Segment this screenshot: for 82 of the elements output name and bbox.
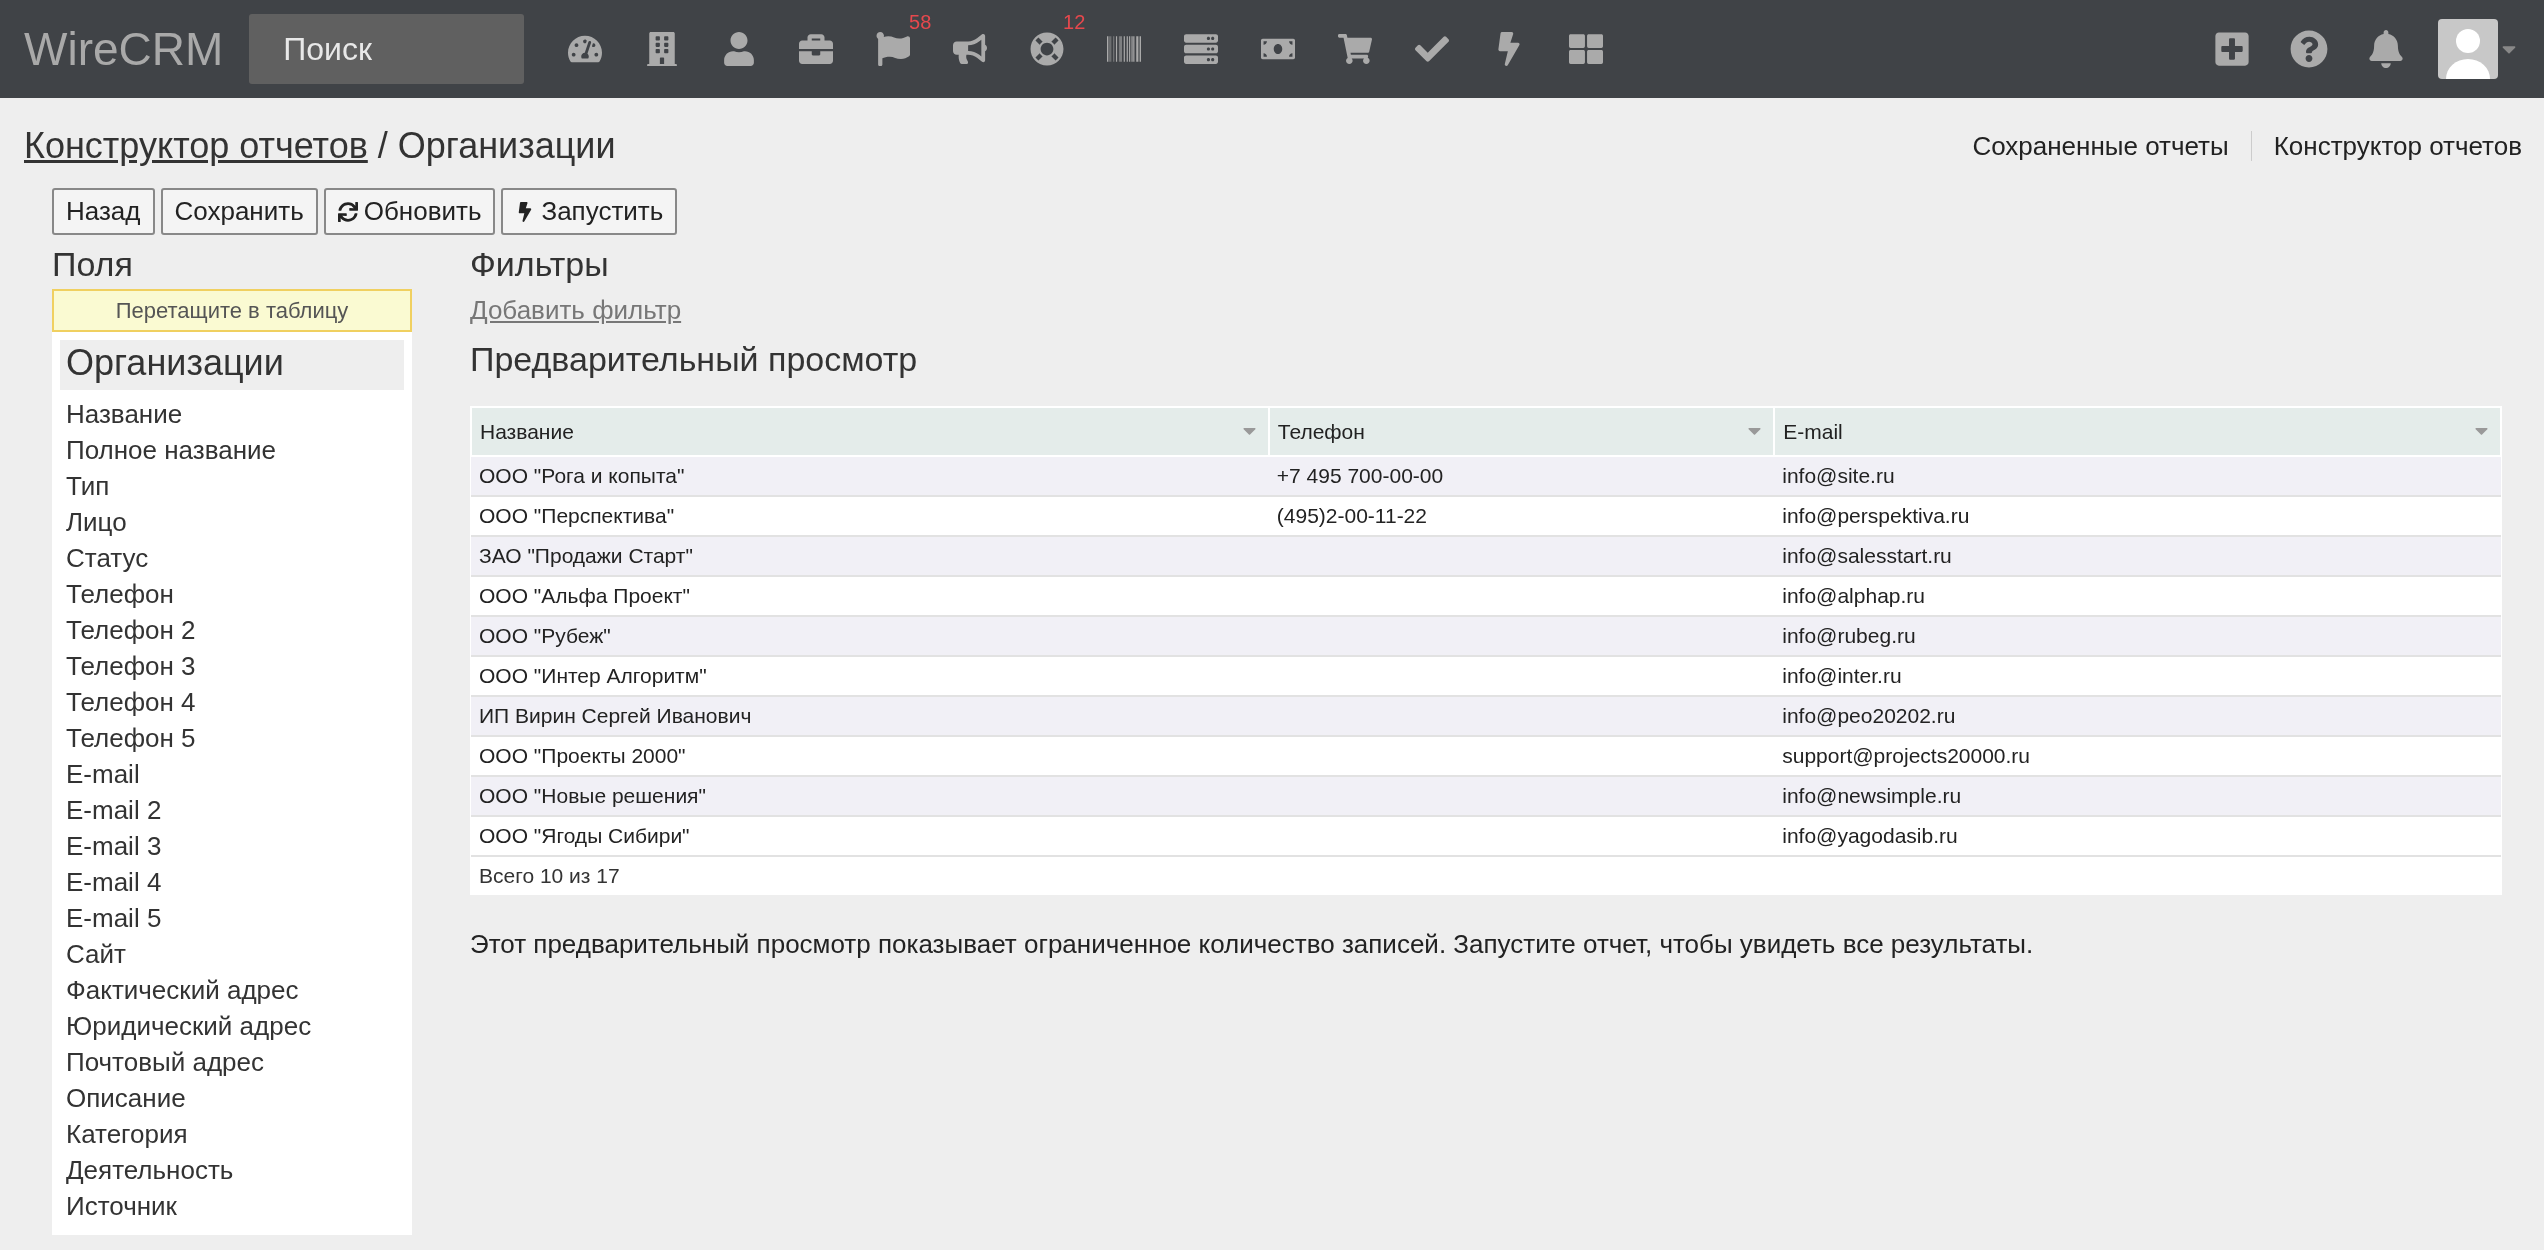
table-cell: ООО "Новые решения" bbox=[471, 776, 1269, 816]
field-item[interactable]: Категория bbox=[60, 1116, 404, 1152]
drop-hint: Перетащите в таблицу bbox=[52, 289, 412, 332]
table-cell: +7 495 700-00-00 bbox=[1268, 456, 1775, 496]
field-item[interactable]: Юридический адрес bbox=[60, 1008, 404, 1044]
table-cell: ЗАО "Продажи Старт" bbox=[471, 536, 1269, 576]
field-item[interactable]: Фактический адрес bbox=[60, 972, 404, 1008]
field-item[interactable]: Полное название bbox=[60, 432, 404, 468]
add-filter-link[interactable]: Добавить фильтр bbox=[470, 295, 2502, 326]
nav-link[interactable]: Сохраненные отчеты bbox=[1950, 130, 2251, 162]
table-cell: ИП Вирин Сергей Иванович bbox=[471, 696, 1269, 736]
field-item[interactable]: Телефон 2 bbox=[60, 612, 404, 648]
group-heading: Организации bbox=[60, 340, 404, 390]
table-cell: info@inter.ru bbox=[1774, 656, 2501, 696]
field-item[interactable]: E-mail 3 bbox=[60, 828, 404, 864]
table-cell: info@rubeg.ru bbox=[1774, 616, 2501, 656]
page-title: Организации bbox=[397, 125, 616, 167]
field-item[interactable]: E-mail 2 bbox=[60, 792, 404, 828]
briefcase-icon[interactable] bbox=[798, 32, 833, 66]
table-cell: ООО "Проекты 2000" bbox=[471, 736, 1269, 776]
section-heading: Фильтры bbox=[470, 243, 610, 285]
preview-note: Этот предварительный просмотр показывает ограниченное количество записей. Запустите отчет, чтобы увидеть все результаты. bbox=[470, 929, 2035, 960]
table-footer: Всего 10 из 17 bbox=[471, 856, 2501, 895]
field-item[interactable]: E-mail 5 bbox=[60, 900, 404, 936]
field-item[interactable]: E-mail 4 bbox=[60, 864, 404, 900]
nav-link[interactable]: Конструктор отчетов bbox=[2251, 130, 2544, 162]
table-cell: info@perspektiva.ru bbox=[1774, 496, 2501, 536]
field-item[interactable]: Телефон 5 bbox=[60, 720, 404, 756]
field-item[interactable]: Название bbox=[60, 396, 404, 432]
table-cell: info@salesstart.ru bbox=[1774, 536, 2501, 576]
lifebuoy-icon[interactable] bbox=[1029, 32, 1064, 66]
field-item[interactable]: Описание bbox=[60, 1080, 404, 1116]
field-item[interactable]: Статус bbox=[60, 540, 404, 576]
notification-count: 58 bbox=[909, 11, 932, 34]
column-header[interactable]: Телефон bbox=[1268, 407, 1775, 456]
field-item[interactable]: Лицо bbox=[60, 504, 404, 540]
refresh-icon bbox=[337, 201, 358, 222]
field-item[interactable]: Тип bbox=[60, 468, 404, 504]
table-cell: ООО "Интер Алгоритм" bbox=[471, 656, 1269, 696]
plus-icon[interactable] bbox=[2212, 30, 2251, 68]
field-item[interactable]: E-mail bbox=[60, 756, 404, 792]
breadcrumb-link[interactable]: Конструктор отчетов bbox=[24, 125, 368, 167]
field-item[interactable]: Телефон 4 bbox=[60, 684, 404, 720]
bell-icon[interactable] bbox=[2366, 30, 2405, 68]
table-cell: (495)2-00-11-22 bbox=[1268, 496, 1775, 536]
table-cell: ООО "Альфа Проект" bbox=[471, 576, 1269, 616]
table-cell: info@alphap.ru bbox=[1774, 576, 2501, 616]
server-icon[interactable] bbox=[1183, 32, 1218, 66]
field-item[interactable]: Деятельность bbox=[60, 1152, 404, 1188]
logo[interactable]: WireCRM bbox=[24, 22, 224, 76]
toolbar-button[interactable]: Запустить bbox=[501, 188, 678, 235]
table-cell: info@yagodasib.ru bbox=[1774, 816, 2501, 856]
column-header[interactable]: Название bbox=[471, 407, 1269, 456]
table-cell: info@peo20202.ru bbox=[1774, 696, 2501, 736]
building-icon[interactable] bbox=[644, 32, 679, 66]
table-cell: ООО "Перспектива" bbox=[471, 496, 1269, 536]
help-icon[interactable] bbox=[2289, 30, 2328, 68]
flag-icon[interactable] bbox=[875, 32, 910, 66]
field-item[interactable]: Сайт bbox=[60, 936, 404, 972]
toolbar-button[interactable]: Обновить bbox=[323, 188, 496, 235]
column-header[interactable]: E-mail bbox=[1774, 407, 2501, 456]
toolbar-button[interactable]: Назад bbox=[52, 188, 155, 235]
search-field[interactable]: Поиск bbox=[249, 14, 525, 84]
table-cell: ООО "Рога и копыта" bbox=[471, 456, 1269, 496]
field-item[interactable]: Телефон 3 bbox=[60, 648, 404, 684]
table-cell: info@newsimple.ru bbox=[1774, 776, 2501, 816]
toolbar-button[interactable]: Сохранить bbox=[160, 188, 318, 235]
breadcrumb-separator: / bbox=[377, 125, 388, 167]
megaphone-icon[interactable] bbox=[952, 32, 987, 66]
cart-icon[interactable] bbox=[1337, 32, 1372, 66]
table-cell: info@site.ru bbox=[1774, 456, 2501, 496]
field-item[interactable]: Источник bbox=[60, 1188, 404, 1224]
section-heading: Предварительный просмотр bbox=[470, 338, 919, 380]
field-item[interactable]: Телефон bbox=[60, 576, 404, 612]
table-cell: support@projects20000.ru bbox=[1774, 736, 2501, 776]
grid-icon[interactable] bbox=[1568, 32, 1603, 66]
section-heading: Поля bbox=[52, 243, 134, 285]
table-cell: ООО "Ягоды Сибири" bbox=[471, 816, 1269, 856]
notification-count: 12 bbox=[1063, 11, 1086, 34]
person-icon[interactable] bbox=[721, 32, 756, 66]
table-cell: ООО "Рубеж" bbox=[471, 616, 1269, 656]
field-item[interactable]: Почтовый адрес bbox=[60, 1044, 404, 1080]
